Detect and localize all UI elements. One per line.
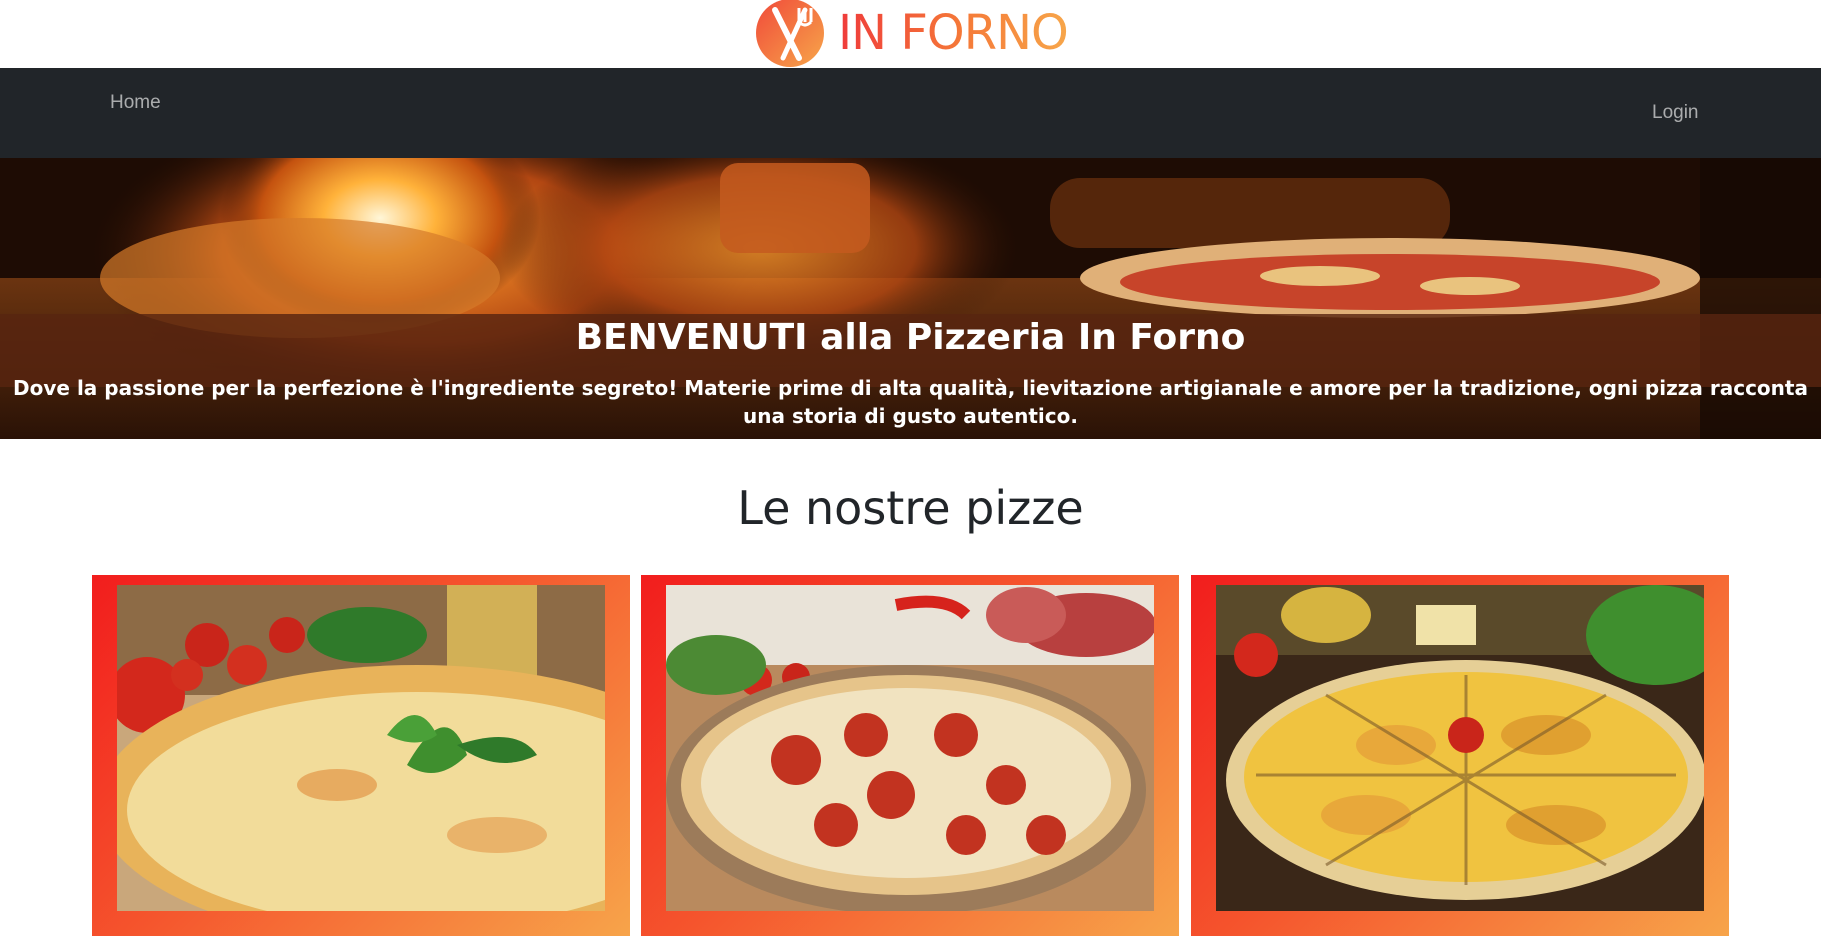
fork-knife-icon[interactable] (755, 0, 825, 68)
pizza-quattro-formaggi-photo[interactable] (1216, 585, 1704, 911)
brand-name[interactable]: IN FORNO (838, 4, 1069, 62)
pizza-card-pepperoni[interactable] (641, 575, 1179, 936)
nav-home-link[interactable]: Home (110, 92, 161, 114)
hero-description: Dove la passione per la perfezione è l'i… (13, 376, 1808, 428)
pizzas-section-title: Le nostre pizze (737, 481, 1084, 535)
pizza-card-margherita[interactable] (92, 575, 630, 936)
nav-login-link[interactable]: Login (1652, 102, 1699, 124)
pizza-card-quattro-formaggi[interactable] (1191, 575, 1729, 936)
hero-banner: BENVENUTI alla Pizzeria In Forno Dove la… (0, 158, 1821, 439)
pizza-margherita-photo[interactable] (117, 585, 605, 911)
pizza-pepperoni-photo[interactable] (666, 585, 1154, 911)
main-navbar: Home Login (0, 68, 1821, 158)
hero-title: BENVENUTI alla Pizzeria In Forno (575, 317, 1246, 358)
brand-header: IN FORNO (0, 0, 1821, 68)
